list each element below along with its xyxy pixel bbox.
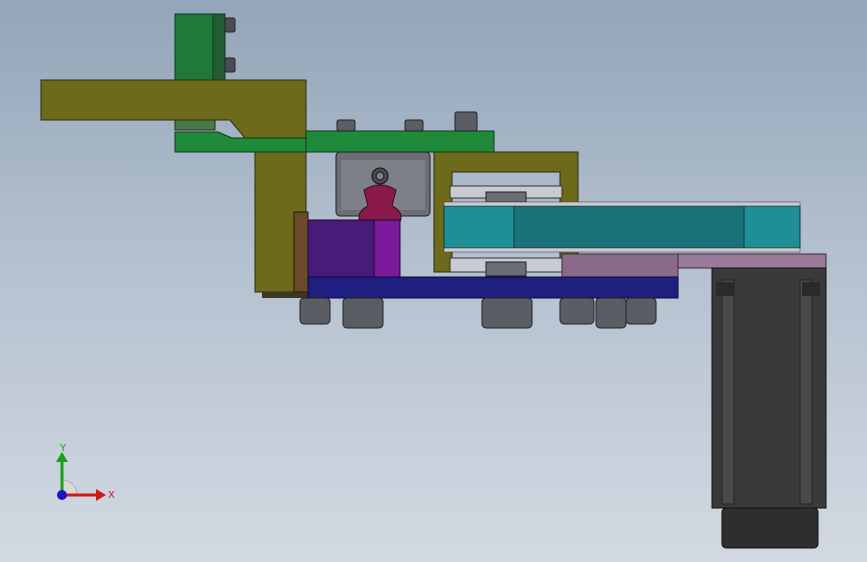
- base-rail[interactable]: [307, 276, 679, 299]
- timing-belt[interactable]: [443, 201, 801, 253]
- bottom-bolts[interactable]: [299, 297, 657, 329]
- assembly-model[interactable]: [0, 0, 867, 562]
- servo-motor[interactable]: [711, 267, 827, 549]
- guide-carriage[interactable]: [335, 151, 431, 223]
- top-mount-bracket[interactable]: [174, 13, 236, 81]
- l-arm-bracket[interactable]: [40, 79, 308, 298]
- coordinate-triad: Y X: [56, 443, 115, 501]
- x-axis-label: X: [108, 490, 115, 501]
- z-axis-dot: [57, 490, 67, 500]
- x-axis-arrowhead: [96, 489, 106, 501]
- cad-viewport[interactable]: Y X: [0, 0, 867, 562]
- y-axis-label: Y: [59, 443, 67, 454]
